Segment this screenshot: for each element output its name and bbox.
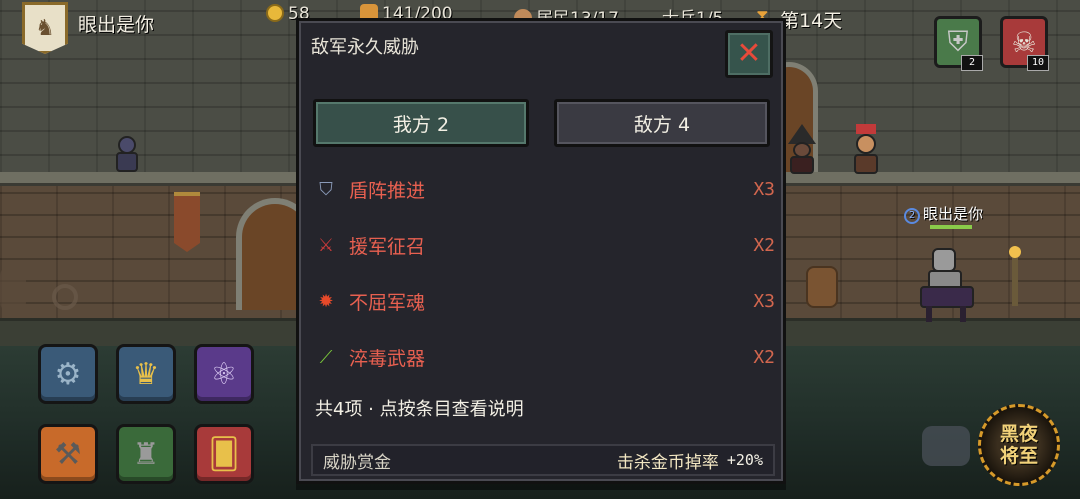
threat-name: 淬毒武器: [349, 347, 426, 370]
tab-enemy[interactable]: 敌方 4: [554, 99, 770, 147]
threat-name: 盾阵推进: [349, 179, 426, 202]
hero-knight-unit[interactable]: [918, 244, 974, 324]
enemy-witch-unit[interactable]: [784, 124, 820, 174]
cards-icon: 🂠: [208, 436, 240, 472]
leader-health-bar: [930, 225, 972, 229]
threat-name: 援军征召: [349, 235, 426, 258]
day-counter: 第14天: [780, 10, 843, 32]
barrel: [806, 266, 838, 308]
threat-count: X2: [753, 234, 775, 256]
settings-button[interactable]: ⚙: [38, 344, 98, 404]
skull-icon[interactable]: ☠ 10: [1000, 16, 1049, 71]
threat-summary: 共4项 · 点按条目查看说明: [315, 399, 524, 420]
leader-name: 眼出是你: [923, 205, 984, 223]
threat-count: X2: [753, 346, 775, 368]
flame-spirit-icon: ✹: [318, 290, 334, 312]
tab-ally[interactable]: 我方 2: [313, 99, 529, 147]
close-icon: ✕: [736, 36, 762, 71]
gear-icon: ⚙: [54, 356, 82, 392]
wall-banner: [174, 192, 200, 252]
threat-item[interactable]: ⟋ 淬毒武器 X2: [313, 337, 775, 377]
enemy-silhouette: [918, 420, 974, 470]
threat-count: X3: [753, 290, 775, 312]
tower-button[interactable]: ♜: [116, 424, 176, 484]
leader-tag: 2 眼出是你: [904, 203, 983, 224]
knight-count-badge: 2: [961, 55, 983, 71]
enemy-threat-dialog: 敌军永久威胁 ✕ 我方 2 敌方 4 ⛉ 盾阵推进 X3 ⚔ 援军征召 X2 ✹…: [296, 18, 786, 484]
bounty-label: 威胁赏金: [323, 452, 391, 473]
shield-icon: ⛉: [319, 178, 333, 200]
ally-unit[interactable]: [112, 136, 142, 174]
knight-helmet-icon[interactable]: ⛨ 2: [934, 16, 983, 71]
background-weapon-rack: [46, 280, 82, 316]
night-line1: 黑夜: [999, 423, 1038, 445]
tower-icon: ♜: [132, 436, 160, 472]
crossed-swords-icon: ⚔: [317, 234, 335, 256]
threat-item[interactable]: ⛉ 盾阵推进 X3: [313, 169, 775, 209]
threat-count: X3: [753, 178, 775, 200]
kingdom-button[interactable]: ♛: [116, 344, 176, 404]
forge-button[interactable]: ⚒: [38, 424, 98, 484]
night-line2: 将至: [999, 445, 1038, 467]
player-banner-icon[interactable]: ♞: [22, 2, 68, 54]
skull-count-badge: 10: [1027, 55, 1049, 71]
torch: [1009, 246, 1021, 306]
bounty-effect: 击杀金币掉率: [616, 452, 719, 473]
crown-icon: ♛: [132, 356, 160, 392]
bounty-value: +20%: [726, 451, 763, 469]
threat-item[interactable]: ✹ 不屈军魂 X3: [313, 281, 775, 321]
player-name: 眼出是你: [78, 14, 155, 36]
skill-tree-icon: ⚛: [210, 356, 238, 392]
leader-number-badge: 2: [904, 208, 920, 224]
enemy-soldier-unit[interactable]: [850, 124, 882, 174]
threat-bounty-bar: 威胁赏金 击杀金币掉率 +20%: [311, 444, 775, 476]
night-approaching-button[interactable]: 黑夜 将至: [978, 404, 1060, 486]
dialog-title: 敌军永久威胁: [311, 37, 419, 58]
gold-coin-icon: [266, 4, 284, 22]
anvil-hammer-icon: ⚒: [54, 436, 82, 472]
background-figure: [0, 266, 30, 316]
skill-tree-button[interactable]: ⚛: [194, 344, 254, 404]
threat-item[interactable]: ⚔ 援军征召 X2: [313, 225, 775, 265]
close-button[interactable]: ✕: [725, 30, 773, 78]
cards-button[interactable]: 🂠: [194, 424, 254, 484]
poison-blade-icon: ⟋: [319, 346, 333, 368]
threat-name: 不屈军魂: [349, 291, 426, 314]
